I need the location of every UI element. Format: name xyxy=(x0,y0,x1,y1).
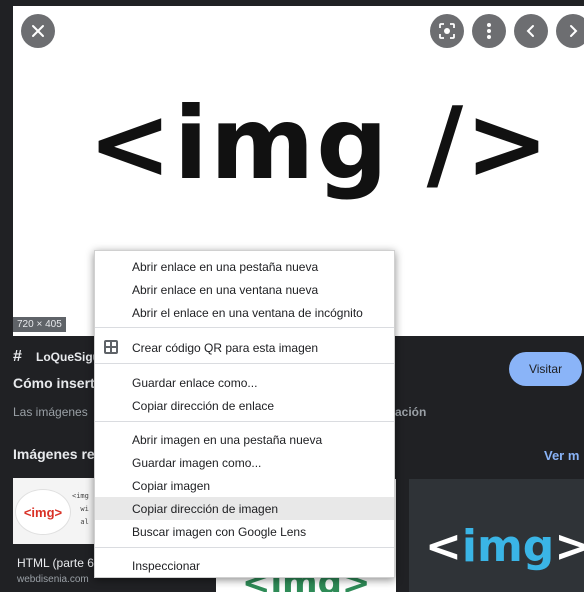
menu-separator xyxy=(95,421,394,422)
qr-code-icon xyxy=(104,340,118,354)
thumbnail-code: <img wi al xyxy=(72,492,89,526)
chevron-left-icon xyxy=(526,25,534,37)
result-title[interactable]: Cómo insert xyxy=(13,375,95,391)
menu-open-image-new-tab[interactable]: Abrir imagen en una pestaña nueva xyxy=(95,428,394,451)
next-button[interactable] xyxy=(556,14,584,48)
more-vert-icon xyxy=(487,23,491,39)
close-icon xyxy=(32,25,44,37)
menu-copy-image-address[interactable]: Copiar dirección de imagen xyxy=(95,497,394,520)
related-thumbnail-1-title[interactable]: HTML (parte 6 xyxy=(17,556,94,570)
menu-save-image-as[interactable]: Guardar imagen como... xyxy=(95,451,394,474)
see-more-link[interactable]: Ver m xyxy=(544,448,579,463)
lens-icon xyxy=(439,23,455,39)
menu-create-qr[interactable]: Crear código QR para esta imagen xyxy=(95,336,394,359)
related-thumbnail-3[interactable]: <img> xyxy=(409,479,584,592)
menu-save-link-as[interactable]: Guardar enlace como... xyxy=(95,371,394,394)
menu-open-link-new-tab[interactable]: Abrir enlace en una pestaña nueva xyxy=(95,255,394,278)
menu-copy-image[interactable]: Copiar imagen xyxy=(95,474,394,497)
menu-copy-link-address[interactable]: Copiar dirección de enlace xyxy=(95,394,394,417)
thumbnail-3-text: <img> xyxy=(425,521,584,572)
chevron-right-icon xyxy=(570,25,578,37)
close-button[interactable] xyxy=(21,14,55,48)
context-menu: Abrir enlace en una pestaña nueva Abrir … xyxy=(94,250,395,578)
menu-open-link-new-window[interactable]: Abrir enlace en una ventana nueva xyxy=(95,278,394,301)
menu-open-link-incognito[interactable]: Abrir el enlace en una ventana de incógn… xyxy=(95,301,394,324)
previous-button[interactable] xyxy=(514,14,548,48)
menu-inspect[interactable]: Inspeccionar xyxy=(95,554,394,577)
source-link[interactable]: # LoQueSigue xyxy=(13,348,107,365)
related-thumbnail-1[interactable]: <img> <img wi al xyxy=(13,478,95,544)
lens-button[interactable] xyxy=(430,14,464,48)
site-logo-icon: # xyxy=(13,348,22,365)
related-thumbnail-1-source: webdisenia.com xyxy=(17,574,89,585)
visit-button[interactable]: Visitar xyxy=(509,352,582,386)
menu-separator xyxy=(95,547,394,548)
result-subtitle: Las imágenes xyxy=(13,405,88,419)
related-images-heading: Imágenes re xyxy=(13,446,95,462)
menu-separator xyxy=(95,363,394,364)
preview-image-text: <img /> xyxy=(88,85,551,202)
result-subtitle-tail: ación xyxy=(395,405,427,419)
more-options-button[interactable] xyxy=(472,14,506,48)
menu-search-google-lens[interactable]: Buscar imagen con Google Lens xyxy=(95,520,394,543)
thumbnail-tag: <img> xyxy=(15,489,71,535)
menu-separator xyxy=(95,327,394,328)
image-dimensions-badge: 720 × 405 xyxy=(13,317,66,332)
